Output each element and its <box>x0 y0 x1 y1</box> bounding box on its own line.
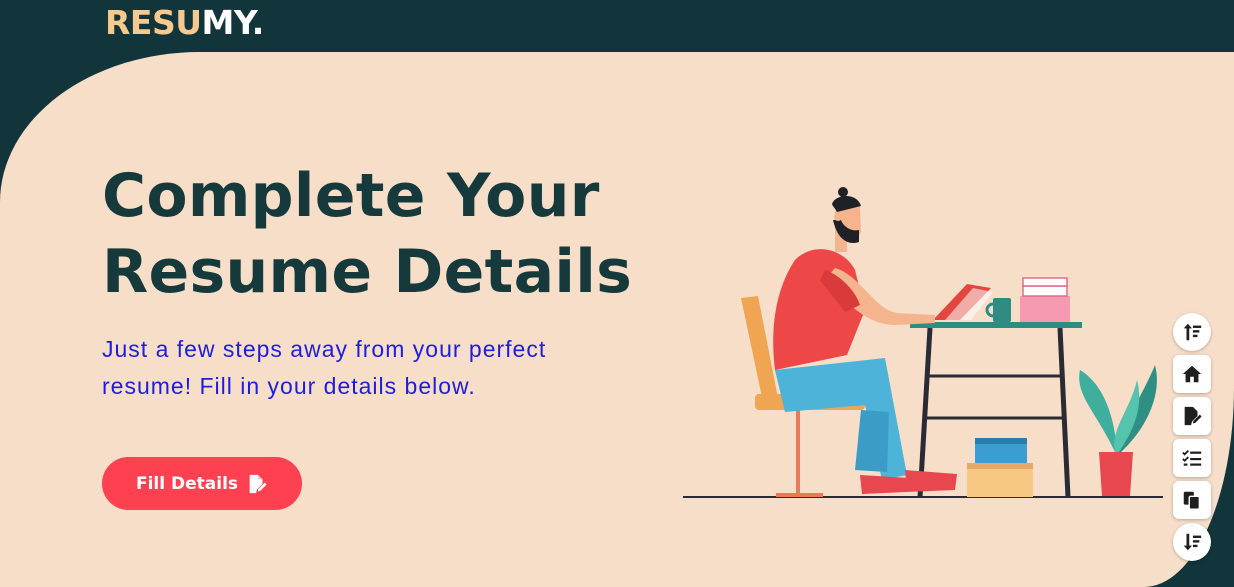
copy-button[interactable] <box>1173 481 1211 519</box>
fill-details-button[interactable]: Fill Details <box>102 457 302 510</box>
hero-subtitle-line1: Just a few steps away from your perfect <box>102 336 547 362</box>
sort-up-button[interactable] <box>1173 313 1211 351</box>
brand-logo[interactable]: RESUMY. <box>105 3 264 43</box>
file-edit-icon <box>1184 406 1202 426</box>
home-button[interactable] <box>1173 355 1211 393</box>
hero-title-line1: Complete Your <box>102 161 600 231</box>
home-icon <box>1182 365 1202 383</box>
fill-details-label: Fill Details <box>135 473 239 494</box>
file-edit-button[interactable] <box>1173 397 1211 435</box>
sort-down-button[interactable] <box>1173 523 1211 561</box>
hero-title: Complete Your Resume Details <box>102 158 632 310</box>
file-pen-icon <box>249 474 267 493</box>
checklist-button[interactable] <box>1173 439 1211 477</box>
checklist-icon <box>1182 450 1202 466</box>
brand-logo-part2: MY. <box>201 3 265 42</box>
brand-logo-part1: RESU <box>105 3 202 42</box>
sort-up-icon <box>1183 323 1202 341</box>
top-header: RESUMY. <box>0 0 1234 52</box>
hero-title-line2: Resume Details <box>102 237 633 307</box>
hero-subtitle: Just a few steps away from your perfect … <box>102 331 622 405</box>
hero-subtitle-line2: resume! Fill in your details below. <box>102 373 476 399</box>
copy-icon <box>1183 491 1201 510</box>
side-navigation <box>1173 313 1213 561</box>
person-working-illustration <box>683 187 1163 498</box>
sort-down-icon <box>1183 533 1202 551</box>
